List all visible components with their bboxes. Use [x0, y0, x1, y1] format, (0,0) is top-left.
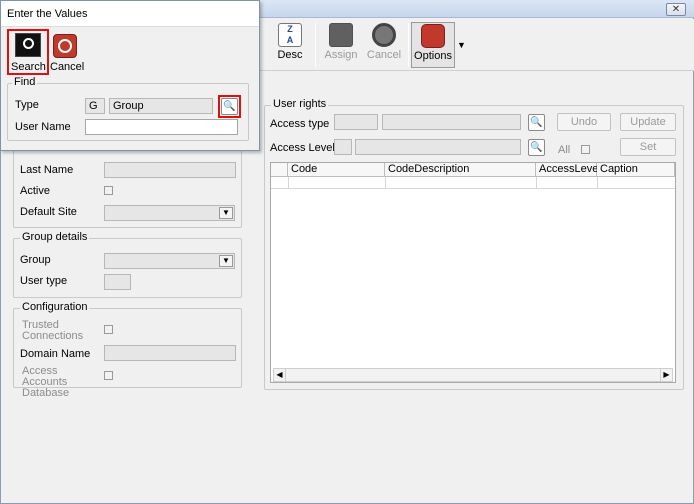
grid-header-code-description[interactable]: CodeDescription: [385, 163, 536, 177]
group-details-caption: Group details: [20, 231, 90, 243]
dialog-title: Enter the Values: [1, 1, 259, 27]
user-rights-caption: User rights: [271, 98, 329, 110]
access-type-code-field[interactable]: [334, 114, 378, 130]
grid-header-code[interactable]: Code: [288, 163, 385, 177]
assign-button[interactable]: Assign: [319, 22, 363, 68]
access-level-code-field[interactable]: [334, 139, 352, 155]
grid-divider: [288, 177, 289, 189]
access-level-lookup-icon[interactable]: 🔍: [528, 139, 545, 156]
default-site-select[interactable]: ▼: [104, 205, 235, 221]
domain-name-field[interactable]: [104, 345, 236, 361]
chevron-down-icon[interactable]: ▼: [219, 207, 233, 219]
access-level-label: Access Level: [270, 142, 335, 154]
type-field[interactable]: Group: [109, 98, 213, 114]
table-row[interactable]: [271, 177, 675, 189]
all-checkbox[interactable]: [581, 145, 590, 154]
options-dropdown-icon[interactable]: ▼: [457, 40, 466, 50]
options-button[interactable]: Options: [411, 22, 455, 68]
undo-button[interactable]: Undo: [557, 113, 611, 131]
popup-cancel-button[interactable]: Cancel: [50, 31, 85, 74]
grid-divider: [536, 177, 537, 189]
close-icon[interactable]: ✕: [666, 3, 686, 16]
scroll-left-icon[interactable]: ◀: [274, 369, 286, 381]
user-type-field[interactable]: [104, 274, 131, 290]
options-label: Options: [414, 50, 452, 62]
access-type-field[interactable]: [382, 114, 521, 130]
horizontal-scrollbar[interactable]: ◀ ▶: [273, 368, 673, 382]
trusted-connections-checkbox[interactable]: [104, 325, 113, 334]
access-type-label: Access type: [270, 118, 330, 130]
toolbar-separator: [408, 23, 409, 67]
last-name-label: Last Name: [20, 164, 74, 176]
toolbar-cancel-button[interactable]: Cancel: [362, 22, 406, 68]
grid-divider: [597, 177, 598, 189]
type-code-field[interactable]: G: [85, 98, 105, 114]
grid-header-access-level[interactable]: AccessLevel: [536, 163, 601, 177]
access-level-field[interactable]: [355, 139, 521, 155]
type-label: Type: [15, 99, 39, 111]
sort-desc-button[interactable]: ZA Desc: [268, 22, 312, 68]
access-accounts-db-checkbox[interactable]: [104, 371, 113, 380]
grid-row-header: [271, 163, 288, 177]
access-accounts-db-label: Access Accounts Database: [22, 365, 70, 399]
toolbar-separator: [315, 23, 316, 67]
group-select[interactable]: ▼: [104, 253, 235, 269]
search-highlight: [7, 29, 49, 75]
toolbar-cancel-label: Cancel: [366, 49, 402, 61]
active-checkbox[interactable]: [104, 186, 113, 195]
cancel-icon: [53, 34, 77, 58]
enter-values-dialog: Enter the Values Search Cancel Find Type…: [0, 0, 260, 151]
user-name-label: User Name: [15, 121, 71, 133]
set-button[interactable]: Set: [620, 138, 676, 156]
group-label: Group: [20, 254, 51, 266]
default-site-label: Default Site: [20, 206, 77, 218]
update-button[interactable]: Update: [620, 113, 676, 131]
trusted-connections-label: Trusted Connections: [22, 319, 84, 342]
assign-label: Assign: [324, 49, 358, 61]
chevron-down-icon[interactable]: ▼: [219, 255, 233, 267]
find-caption: Find: [12, 76, 38, 88]
sort-desc-icon: ZA: [278, 23, 302, 47]
grid-header-caption[interactable]: Caption: [597, 163, 675, 177]
domain-name-label: Domain Name: [20, 348, 91, 360]
popup-cancel-label: Cancel: [50, 61, 85, 73]
grid-divider: [385, 177, 386, 189]
sort-desc-label: Desc: [277, 49, 303, 61]
last-name-field[interactable]: [104, 162, 236, 178]
cancel-icon: [372, 23, 396, 47]
active-label: Active: [20, 185, 50, 197]
user-icon: [329, 23, 353, 47]
configuration-caption: Configuration: [20, 301, 90, 313]
gear-icon: [421, 24, 445, 48]
scroll-right-icon[interactable]: ▶: [660, 369, 672, 381]
rights-grid[interactable]: Code CodeDescription AccessLevel Caption…: [270, 162, 676, 383]
access-type-lookup-icon[interactable]: 🔍: [528, 114, 545, 131]
all-label: All: [558, 144, 571, 156]
user-name-field[interactable]: [85, 119, 238, 135]
lookup-highlight: [218, 95, 241, 118]
user-type-label: User type: [20, 275, 68, 287]
